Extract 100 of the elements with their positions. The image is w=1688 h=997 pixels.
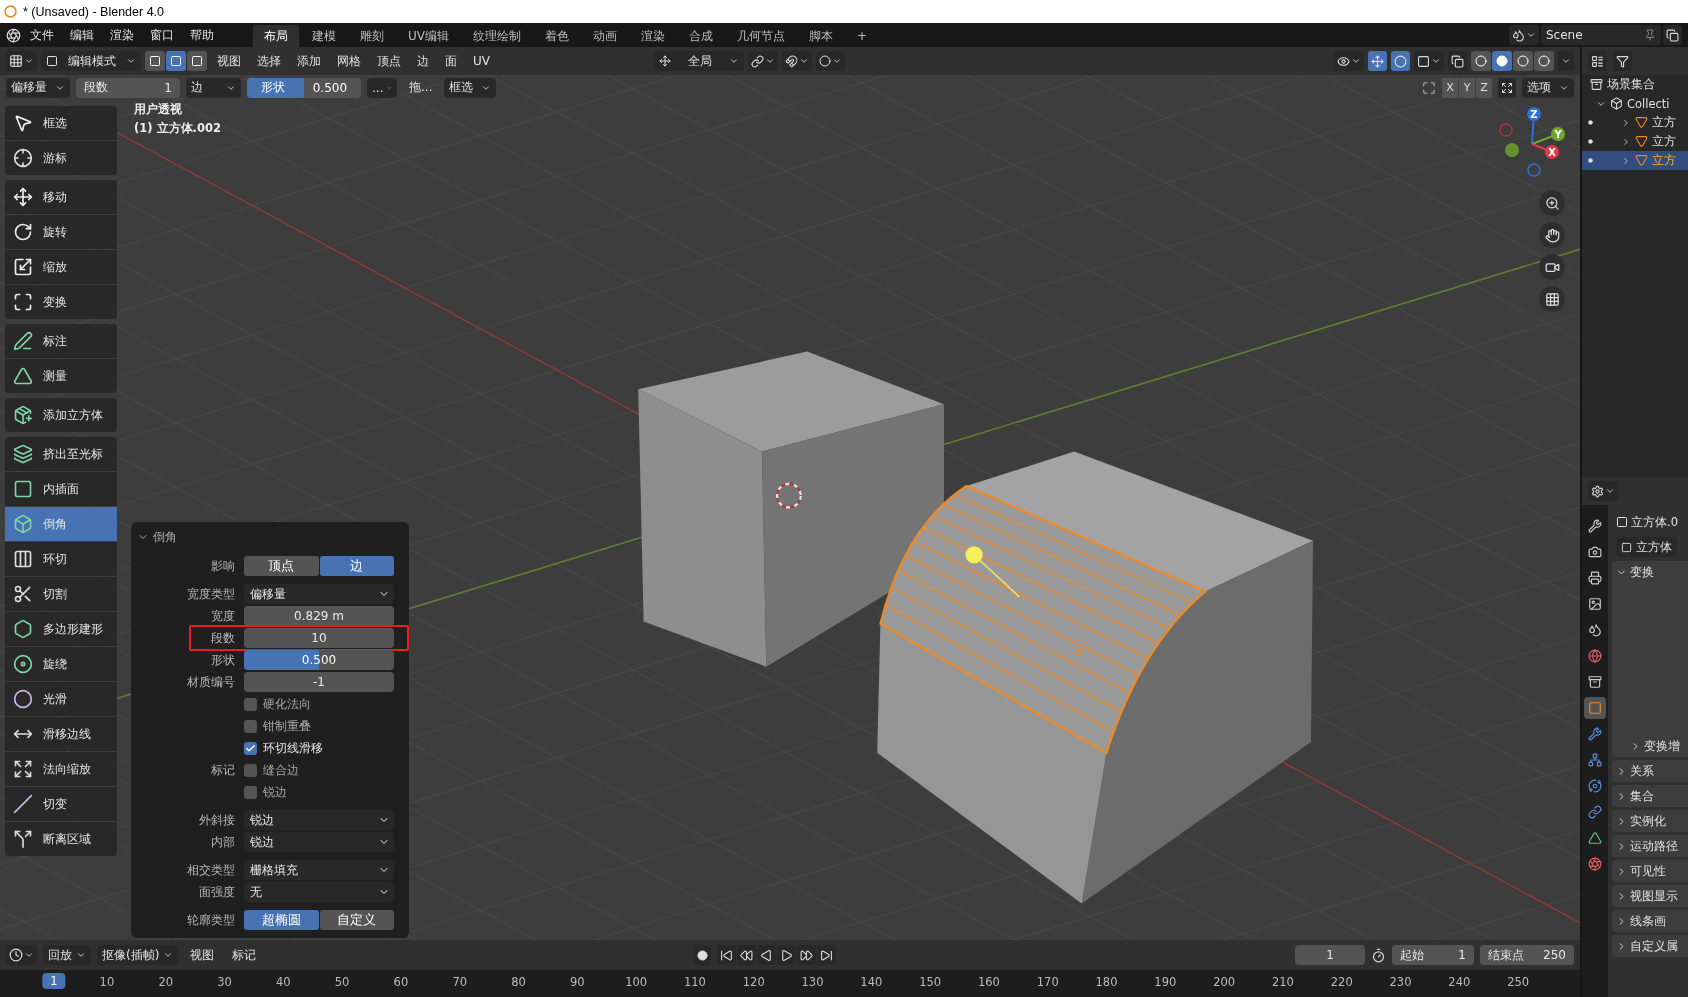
panel-title[interactable]: 变换	[1630, 564, 1654, 580]
select-dropdown[interactable]: 框选	[444, 77, 497, 98]
workspace-tab[interactable]: 雕刻	[349, 25, 395, 47]
axis-toggle[interactable]: X	[1442, 77, 1458, 98]
menu-dropdown[interactable]: 抠像(插帧)	[97, 945, 179, 965]
next-key-button[interactable]	[797, 945, 817, 965]
tool-button[interactable]: 测量	[5, 359, 117, 393]
start-frame-field[interactable]: 起始 1	[1392, 945, 1474, 965]
tool-button[interactable]: 内插面	[5, 472, 117, 506]
tool-button[interactable]: 断离区域	[5, 822, 117, 856]
visibility-button[interactable]	[1334, 51, 1364, 71]
panel-title[interactable]: 线条画	[1630, 913, 1666, 929]
workspace-tab[interactable]: 合成	[678, 25, 724, 47]
xray-button[interactable]	[1448, 51, 1467, 71]
dropdown[interactable]: 栅格填充	[244, 860, 394, 880]
panel-title[interactable]: 可见性	[1630, 863, 1666, 879]
workspace-tab[interactable]: 脚本	[798, 25, 844, 47]
orientation-dropdown[interactable]: 全局	[654, 51, 744, 71]
axis-handle[interactable]	[1499, 123, 1513, 137]
number-field[interactable]: -1	[244, 672, 394, 692]
menu-item[interactable]: 视图	[184, 946, 221, 964]
shading-mode-button[interactable]	[1534, 51, 1554, 71]
workspace-tab[interactable]: 几何节点	[726, 25, 796, 47]
scene-field[interactable]: Scene	[1541, 25, 1661, 45]
tool-button[interactable]: 多边形建形	[5, 612, 117, 646]
tool-button[interactable]: 框选	[5, 106, 117, 140]
drag-menu[interactable]: 拖...	[403, 79, 439, 96]
workspace-tab[interactable]: 动画	[582, 25, 628, 47]
panel-title[interactable]: 关系	[1630, 763, 1654, 779]
checkbox[interactable]	[244, 697, 257, 711]
shading-mode-button[interactable]	[1513, 51, 1533, 71]
workspace-tab[interactable]: UV编辑	[397, 25, 460, 47]
option-toggle[interactable]: 边	[319, 556, 394, 576]
menu-item[interactable]: 添加	[291, 52, 327, 70]
tool-button[interactable]: 旋转	[5, 215, 117, 249]
mesh-overlay-button[interactable]	[1414, 51, 1444, 71]
workspace-tab[interactable]: 着色	[534, 25, 580, 47]
menu-item[interactable]: 面	[439, 52, 463, 70]
prev-key-button[interactable]	[737, 945, 757, 965]
panel-title[interactable]: 自定义属	[1630, 938, 1678, 954]
menu-item[interactable]: 文件	[23, 24, 61, 46]
axis-handle[interactable]	[1527, 163, 1541, 177]
tool-button[interactable]: 移动	[5, 180, 117, 214]
shape-slider[interactable]: 形状 0.500	[247, 77, 361, 98]
tool-button[interactable]: 标注	[5, 324, 117, 358]
menu-item[interactable]: UV	[467, 54, 496, 68]
gizmo-button[interactable]	[1368, 51, 1387, 71]
proportional-edit-button[interactable]	[816, 51, 845, 71]
new-scene-button[interactable]	[1663, 25, 1682, 45]
mode-dropdown[interactable]: 编辑模式	[41, 51, 141, 71]
number-field[interactable]: 10	[244, 628, 394, 648]
outliner-row[interactable]: 立方	[1582, 113, 1688, 132]
record-button[interactable]	[694, 945, 712, 965]
option-toggle[interactable]: 自定义	[319, 910, 394, 930]
tool-button[interactable]: 挤出至光标	[5, 437, 117, 471]
axis-toggle[interactable]: Y	[1459, 77, 1475, 98]
options-dropdown[interactable]: 选项	[1522, 77, 1574, 98]
tool-button[interactable]: 缩放	[5, 250, 117, 284]
overlay-button[interactable]	[1391, 51, 1410, 71]
select-mode-button[interactable]	[145, 51, 165, 71]
outliner-item[interactable]: Collecti	[1627, 96, 1670, 111]
option-toggle[interactable]: 超椭圆	[244, 910, 319, 930]
menu-dropdown[interactable]: 回放	[43, 945, 91, 965]
menu-item[interactable]: 边	[411, 52, 435, 70]
dropdown[interactable]: 锐边	[244, 832, 394, 852]
axis-handle[interactable]	[1505, 143, 1519, 157]
menu-item[interactable]: 渲染	[103, 24, 141, 46]
dropdown[interactable]: 无	[244, 882, 394, 902]
checkbox[interactable]	[244, 785, 257, 799]
checkbox[interactable]	[244, 719, 257, 733]
scene-selector-button[interactable]	[1509, 25, 1539, 45]
tool-button[interactable]: 切变	[5, 787, 117, 821]
menu-item[interactable]: 标记	[226, 946, 263, 964]
panel-title[interactable]: 运动路径	[1630, 838, 1678, 854]
tool-button[interactable]: 法向缩放	[5, 752, 117, 786]
menu-item[interactable]: 帮助	[183, 24, 221, 46]
axis-button[interactable]: X	[1545, 145, 1559, 159]
panel-title[interactable]: 集合	[1630, 788, 1654, 804]
display-mode-button[interactable]	[1588, 51, 1607, 71]
outliner-item[interactable]: 场景集合	[1607, 77, 1655, 92]
number-field[interactable]: 0.829 m	[244, 606, 394, 626]
segments-field[interactable]: 段数 1	[76, 77, 180, 98]
menu-item[interactable]: 视图	[211, 52, 247, 70]
checkbox[interactable]	[244, 763, 257, 777]
panel-title[interactable]: 实例化	[1630, 813, 1666, 829]
auto-merge-button[interactable]	[1498, 77, 1516, 98]
menu-item[interactable]: 窗口	[143, 24, 181, 46]
current-frame-field[interactable]: 1	[1295, 945, 1365, 965]
affect-dropdown[interactable]: 边	[186, 77, 241, 98]
panel-title[interactable]: 视图显示	[1630, 888, 1678, 904]
menu-item[interactable]: 编辑	[63, 24, 101, 46]
perspective-button[interactable]	[1539, 286, 1565, 312]
pivot-button[interactable]	[748, 51, 778, 71]
object-dropdown[interactable]: 立方体	[1616, 537, 1677, 557]
outliner-row[interactable]: 立方	[1582, 151, 1688, 170]
tool-button[interactable]: 变换	[5, 285, 117, 319]
outliner-row[interactable]: 立方	[1582, 132, 1688, 151]
shading-mode-button[interactable]	[1492, 51, 1512, 71]
slider-field[interactable]: 0.500	[244, 650, 394, 670]
axis-button[interactable]: Z	[1527, 107, 1541, 121]
